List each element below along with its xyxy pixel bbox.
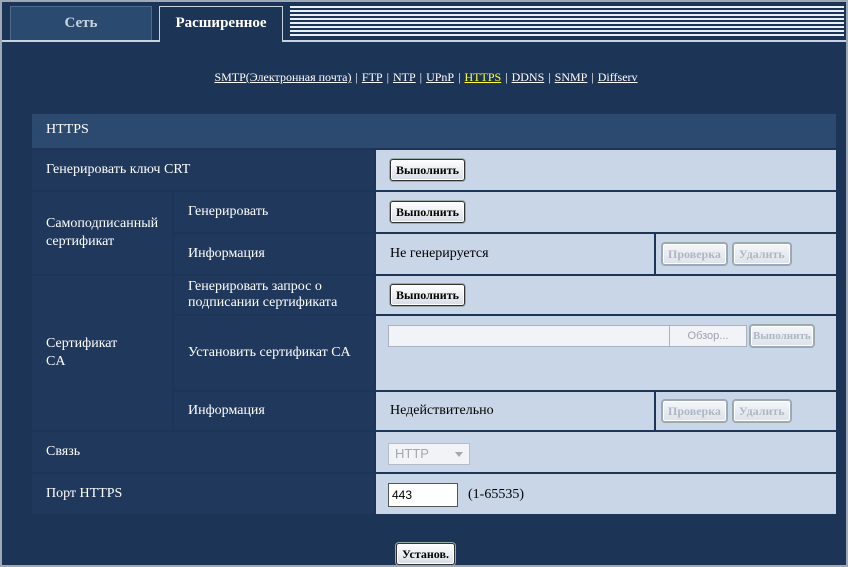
ca-delete-button[interactable]: Удалить — [732, 400, 791, 422]
ca-csr-value: Выполнить — [376, 276, 836, 314]
self-signed-label-text: Самоподписанный сертификат — [46, 216, 159, 249]
settings-window: Сеть Расширенное SMTP(Электронная почта)… — [0, 0, 848, 567]
link-https[interactable]: HTTPS — [465, 70, 502, 84]
self-signed-execute-button[interactable]: Выполнить — [390, 201, 465, 223]
ca-csr-label-text: Генерировать запрос о подписании сертифи… — [188, 279, 338, 310]
gen-crt-label: Генерировать ключ CRT — [32, 150, 374, 190]
tab-bar: Сеть Расширенное — [2, 2, 846, 42]
link-upnp[interactable]: UPnP — [426, 70, 454, 84]
connection-selected-value: HTTP — [395, 446, 429, 461]
ca-install-label: Установить сертификат CA — [174, 316, 374, 390]
link-ntp[interactable]: NTP — [393, 70, 416, 84]
ca-install-label-text: Установить сертификат CA — [188, 345, 351, 360]
tab-divider — [2, 40, 846, 42]
separator: | — [548, 70, 551, 84]
ca-install-execute-button[interactable]: Выполнить — [750, 325, 814, 347]
self-signed-check-button[interactable]: Проверка — [662, 243, 727, 265]
link-snmp[interactable]: SNMP — [555, 70, 588, 84]
chevron-down-icon — [455, 452, 463, 457]
ca-info-label-text: Информация — [188, 403, 265, 418]
separator: | — [386, 70, 389, 84]
link-ddns[interactable]: DDNS — [512, 70, 545, 84]
port-range: (1-65535) — [468, 487, 524, 502]
tab-network[interactable]: Сеть — [10, 6, 152, 40]
gen-crt-label-text: Генерировать ключ CRT — [46, 162, 191, 177]
ca-check-button[interactable]: Проверка — [662, 400, 727, 422]
ca-csr-label: Генерировать запрос о подписании сертифи… — [174, 276, 374, 314]
link-diffserv[interactable]: Diffserv — [598, 70, 638, 84]
self-signed-info-actions: Проверка Удалить — [656, 234, 836, 274]
ca-file-input[interactable] — [388, 325, 670, 347]
gen-crt-execute-button[interactable]: Выполнить — [390, 159, 465, 181]
ca-info-actions: Проверка Удалить — [656, 392, 836, 430]
port-input[interactable]: 443 — [388, 483, 458, 507]
active-tab-gap — [160, 40, 282, 42]
connection-label-text: Связь — [46, 444, 81, 459]
ca-browse-button[interactable]: Обзор... — [669, 325, 747, 347]
panel-header: HTTPS — [32, 114, 836, 148]
self-signed-info-label: Информация — [174, 234, 374, 274]
connection-label: Связь — [32, 432, 374, 472]
separator: | — [419, 70, 423, 84]
self-signed-generate-value: Выполнить — [376, 192, 836, 232]
self-signed-label: Самоподписанный сертификат — [32, 192, 172, 274]
self-signed-info-label-text: Информация — [188, 246, 265, 261]
port-label: Порт HTTPS — [32, 474, 374, 514]
gen-crt-value: Выполнить — [376, 150, 836, 190]
self-signed-generate-label-text: Генерировать — [188, 204, 269, 219]
self-signed-info-value: Не генерируется — [376, 234, 654, 274]
self-signed-status: Не генерируется — [390, 246, 489, 261]
sub-menu: SMTP(Электронная почта) | FTP | NTP | UPnP | HTT… — [2, 64, 846, 90]
separator: | — [458, 70, 461, 84]
connection-select[interactable]: HTTP — [388, 443, 470, 465]
separator: | — [355, 70, 358, 84]
link-ftp[interactable]: FTP — [362, 70, 383, 84]
ca-csr-execute-button[interactable]: Выполнить — [390, 284, 465, 306]
ca-label: Сертификат CA — [32, 276, 172, 430]
tab-advanced[interactable]: Расширенное — [159, 6, 283, 42]
self-signed-delete-button[interactable]: Удалить — [732, 243, 791, 265]
ca-label-text: Сертификат CA — [46, 336, 118, 369]
self-signed-generate-label: Генерировать — [174, 192, 374, 232]
separator: | — [591, 70, 594, 84]
ca-info-label: Информация — [174, 392, 374, 430]
separator: | — [505, 70, 508, 84]
set-button[interactable]: Установ. — [396, 543, 455, 565]
port-label-text: Порт HTTPS — [46, 486, 123, 501]
ca-status: Недействительно — [390, 403, 494, 418]
panel-title: HTTPS — [46, 122, 89, 137]
link-smtp[interactable]: SMTP(Электронная почта) — [214, 70, 351, 84]
ca-info-value: Недействительно — [376, 392, 654, 430]
tab-bar-decoration — [290, 6, 844, 38]
